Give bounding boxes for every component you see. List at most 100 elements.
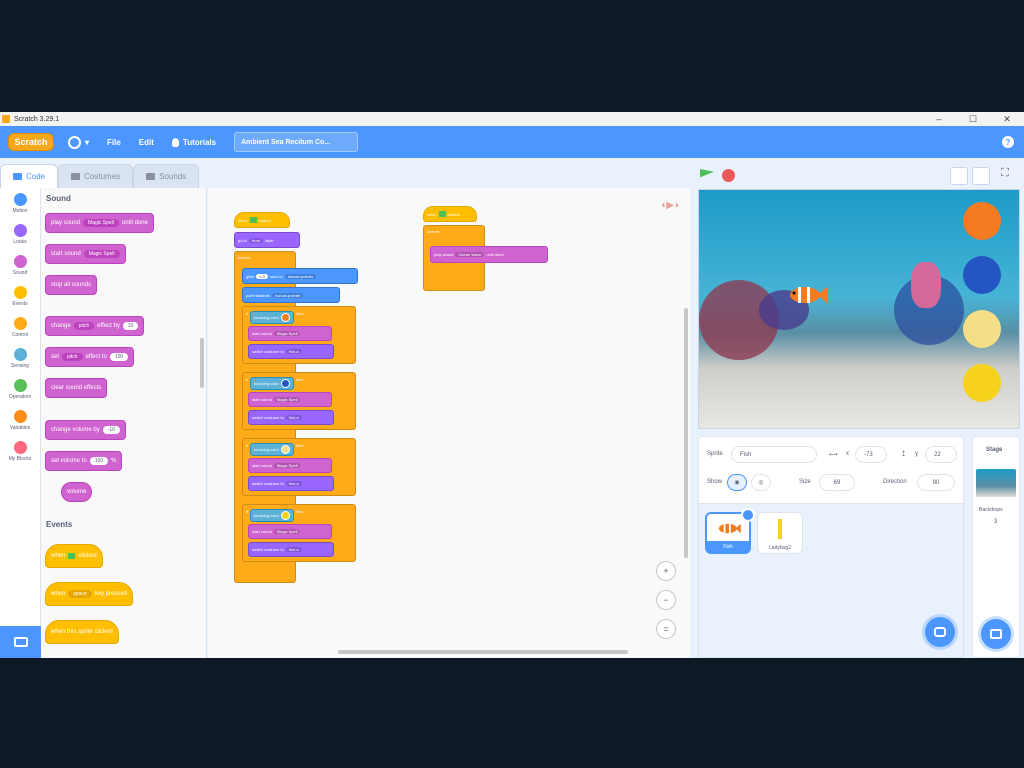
sound-dropdown[interactable]: Ocean Wave xyxy=(455,252,485,257)
sound-dropdown[interactable]: Magic Spell xyxy=(83,250,120,258)
workspace-vertical-scrollbar[interactable] xyxy=(684,308,688,558)
color-swatch[interactable] xyxy=(280,379,290,388)
start-sound-block[interactable]: start sound Magic Spell xyxy=(248,524,332,539)
volume-value-input[interactable]: 100 xyxy=(89,457,109,465)
size-input[interactable]: 69 xyxy=(819,474,855,491)
add-extension-button[interactable] xyxy=(0,626,41,658)
costume-dropdown[interactable]: fish-a xyxy=(285,481,302,486)
change-effect-block[interactable]: change pitch effect by 10 xyxy=(45,316,145,336)
fullscreen-icon[interactable]: ⛶ xyxy=(996,167,1014,185)
start-sound-block[interactable]: start sound Magic Spell xyxy=(248,326,332,341)
direction-input[interactable]: 90 xyxy=(917,474,955,491)
category-operators[interactable]: Operators xyxy=(0,374,40,405)
language-menu[interactable]: ▾ xyxy=(68,135,89,149)
green-flag-button[interactable] xyxy=(700,169,714,178)
when-flag-clicked-block[interactable]: when clicked xyxy=(234,212,290,228)
touching-color-block[interactable]: touching color xyxy=(250,377,294,390)
category-variables[interactable]: Variables xyxy=(0,405,40,436)
category-sensing[interactable]: Sensing xyxy=(0,343,40,374)
small-stage-button[interactable] xyxy=(950,167,968,185)
target-dropdown[interactable]: mouse-pointer xyxy=(271,292,304,298)
close-button[interactable]: ✕ xyxy=(990,114,1024,125)
volume-value-input[interactable]: -10 xyxy=(102,426,120,434)
when-flag-clicked-block[interactable]: when clicked xyxy=(423,206,477,222)
color-swatch[interactable] xyxy=(280,511,290,520)
color-swatch[interactable] xyxy=(280,445,290,454)
sprite-thumb-fish[interactable]: Fish xyxy=(705,508,755,554)
show-visible-button[interactable]: ◉ xyxy=(727,474,747,491)
file-menu[interactable]: File xyxy=(107,138,121,147)
key-dropdown[interactable]: space xyxy=(68,590,92,598)
maximize-button[interactable]: ☐ xyxy=(956,114,990,125)
stage-thumbnail[interactable] xyxy=(976,469,1016,497)
choose-sprite-button[interactable] xyxy=(925,617,955,647)
set-effect-block[interactable]: set pitch effect to 100 xyxy=(45,347,135,367)
costume-dropdown[interactable]: fish-a xyxy=(285,349,302,354)
category-my-blocks[interactable]: My Blocks xyxy=(0,436,40,467)
sound-dropdown[interactable]: Magic Spell xyxy=(83,219,119,227)
zoom-reset-button[interactable]: = xyxy=(656,619,676,639)
effect-value-input[interactable]: 100 xyxy=(109,353,129,361)
glide-to-block[interactable]: glide 0.5 secs to mouse-pointer xyxy=(242,268,358,284)
scratch-logo[interactable]: Scratch xyxy=(8,133,54,151)
touching-color-block[interactable]: touching color xyxy=(250,509,294,522)
when-key-pressed-block[interactable]: when space key pressed xyxy=(45,582,134,606)
sprite-thumb-ladybug2[interactable]: Ladybug2 xyxy=(757,512,803,554)
switch-costume-block[interactable]: switch costume to fish-a xyxy=(248,344,334,359)
large-stage-button[interactable] xyxy=(972,167,990,185)
choose-backdrop-button[interactable] xyxy=(981,619,1011,649)
change-volume-block[interactable]: change volume by -10 xyxy=(45,420,126,440)
sprite-name-input[interactable]: Fish xyxy=(731,446,817,463)
touching-color-block[interactable]: touching color xyxy=(250,311,294,324)
play-sound-until-done-block[interactable]: play sound Magic Spell until done xyxy=(45,213,154,233)
sound-dropdown[interactable]: Magic Spell xyxy=(273,397,301,402)
category-motion[interactable]: Motion xyxy=(0,188,40,219)
tab-code[interactable]: Code xyxy=(0,164,59,188)
start-sound-block[interactable]: start sound Magic Spell xyxy=(248,458,332,473)
play-sound-until-done-block[interactable]: play sound Ocean Wave until done xyxy=(430,246,548,263)
when-flag-clicked-block[interactable]: when clicked xyxy=(45,544,103,568)
sound-dropdown[interactable]: Magic Spell xyxy=(273,529,301,534)
tab-costumes[interactable]: Costumes xyxy=(58,164,134,188)
set-volume-block[interactable]: set volume to 100 % xyxy=(45,451,123,471)
effect-dropdown[interactable]: pitch xyxy=(62,353,83,361)
workspace-horizontal-scrollbar[interactable] xyxy=(338,650,628,654)
go-to-layer-block[interactable]: go to front layer xyxy=(234,232,300,248)
minimize-button[interactable]: – xyxy=(922,114,956,125)
x-position-input[interactable]: -73 xyxy=(855,446,887,463)
clear-sound-effects-block[interactable]: clear sound effects xyxy=(45,378,108,398)
costume-dropdown[interactable]: fish-a xyxy=(285,415,302,420)
volume-reporter[interactable]: volume xyxy=(61,482,93,502)
category-events[interactable]: Events xyxy=(0,281,40,312)
category-looks[interactable]: Looks xyxy=(0,219,40,250)
zoom-out-button[interactable]: − xyxy=(656,590,676,610)
edit-menu[interactable]: Edit xyxy=(139,138,154,147)
effect-value-input[interactable]: 10 xyxy=(122,322,139,330)
when-sprite-clicked-block[interactable]: when this sprite clicked xyxy=(45,620,119,644)
start-sound-block[interactable]: start sound Magic Spell xyxy=(45,244,126,264)
scripting-area[interactable]: ◖▶◗ when clicked go to front layer forev… xyxy=(208,188,690,658)
switch-costume-block[interactable]: switch costume to fish-a xyxy=(248,410,334,425)
y-position-input[interactable]: 22 xyxy=(925,446,957,463)
color-swatch[interactable] xyxy=(280,313,290,322)
category-control[interactable]: Control xyxy=(0,312,40,343)
touching-color-block[interactable]: touching color xyxy=(250,443,294,456)
point-towards-block[interactable]: point towards mouse-pointer xyxy=(242,287,340,303)
target-dropdown[interactable]: mouse-pointer xyxy=(284,273,317,279)
trash-icon[interactable] xyxy=(741,508,755,522)
start-sound-block[interactable]: start sound Magic Spell xyxy=(248,392,332,407)
layer-dropdown[interactable]: front xyxy=(248,237,263,243)
stage-selector[interactable]: Stage Backdrops 3 xyxy=(972,436,1020,658)
stop-all-sounds-block[interactable]: stop all sounds xyxy=(45,275,98,295)
tab-sounds[interactable]: Sounds xyxy=(133,164,200,188)
glide-seconds-input[interactable]: 0.5 xyxy=(256,273,269,279)
category-sound[interactable]: Sound xyxy=(0,250,40,281)
sound-dropdown[interactable]: Magic Spell xyxy=(273,331,301,336)
show-hidden-button[interactable]: ◎ xyxy=(751,474,771,491)
project-title-input[interactable]: Ambient Sea Recitum Co... xyxy=(234,132,359,152)
sound-dropdown[interactable]: Magic Spell xyxy=(273,463,301,468)
effect-dropdown[interactable]: pitch xyxy=(73,322,95,330)
stage-canvas[interactable] xyxy=(698,189,1020,429)
palette-scrollbar[interactable] xyxy=(200,338,204,388)
help-icon[interactable]: ? xyxy=(1002,136,1014,148)
